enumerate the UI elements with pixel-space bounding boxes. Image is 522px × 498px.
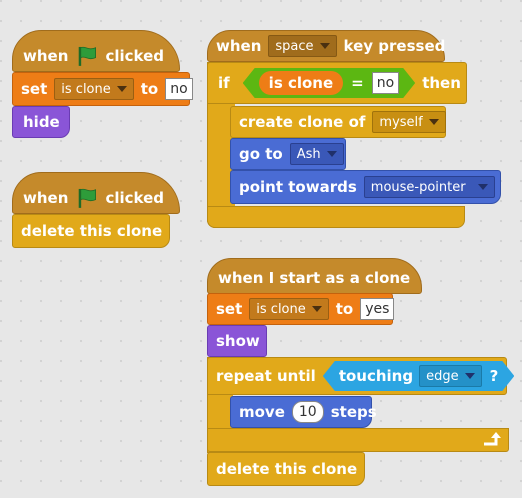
show-block[interactable]: show (207, 325, 267, 357)
steps-label: steps (330, 403, 377, 421)
delete-clone-label: delete this clone (21, 222, 163, 240)
when-flag-clicked-hat[interactable]: when clicked (12, 30, 180, 72)
create-clone-label: create clone of (239, 113, 366, 131)
set-variable-block[interactable]: set is clone to no (12, 72, 193, 106)
to-label: to (140, 80, 159, 98)
clone-hat-label: when I start as a clone (218, 269, 411, 287)
dropdown-caret-icon (116, 86, 127, 92)
point-towards-label: point towards (239, 178, 357, 196)
point-target-dropdown[interactable]: mouse-pointer (363, 176, 495, 198)
value-input[interactable]: no (165, 78, 193, 100)
variable-dropdown[interactable]: is clone (54, 78, 134, 100)
question-mark: ? (489, 367, 499, 385)
hide-label: hide (23, 113, 60, 131)
value-input[interactable]: yes (360, 298, 395, 320)
go-to-label: go to (239, 145, 283, 163)
point-towards-block[interactable]: point towards mouse-pointer (230, 170, 501, 204)
key-pressed-label: key pressed (343, 37, 446, 55)
create-clone-block[interactable]: create clone of myself (230, 106, 446, 138)
then-label: then (422, 74, 461, 92)
clone-target-dropdown[interactable]: myself (372, 111, 446, 133)
equals-sign: = (351, 74, 364, 92)
delete-clone-label: delete this clone (216, 460, 358, 478)
dropdown-caret-icon (319, 43, 330, 49)
dropdown-caret-icon (428, 119, 439, 125)
hide-block[interactable]: hide (12, 106, 70, 138)
set-label: set (21, 80, 48, 98)
dropdown-caret-icon (465, 373, 475, 379)
show-label: show (216, 332, 260, 350)
move-label: move (239, 403, 285, 421)
touching-target-dropdown[interactable]: edge (419, 365, 482, 387)
key-dropdown[interactable]: space (268, 35, 337, 57)
delete-this-clone-block[interactable]: delete this clone (12, 214, 170, 248)
green-flag-icon (79, 188, 97, 208)
set-label: set (216, 300, 243, 318)
repeat-until-header[interactable]: repeat until touching edge ? (207, 357, 507, 395)
clicked-label: clicked (105, 47, 164, 65)
set-variable-block-2[interactable]: set is clone to yes (207, 293, 395, 325)
when-label: when (23, 189, 69, 207)
go-to-block[interactable]: go to Ash (230, 138, 346, 170)
loop-arrow-icon (484, 432, 501, 446)
dropdown-caret-icon (326, 151, 337, 157)
green-flag-icon (79, 46, 97, 66)
when-i-start-as-clone-hat[interactable]: when I start as a clone (207, 258, 422, 294)
when-label: when (23, 47, 69, 65)
steps-input[interactable]: 10 (291, 401, 324, 423)
touching-sensor[interactable]: touching edge ? (323, 361, 515, 391)
when-flag-clicked-hat-2[interactable]: when clicked (12, 172, 180, 214)
dropdown-caret-icon (311, 306, 322, 312)
when-key-pressed-hat[interactable]: when space key pressed (207, 30, 445, 62)
delete-this-clone-block-2[interactable]: delete this clone (207, 452, 365, 486)
repeat-until-label: repeat until (216, 367, 316, 385)
move-steps-block[interactable]: move 10 steps (230, 396, 377, 428)
when-label: when (216, 37, 262, 55)
if-label: if (218, 74, 230, 92)
equals-operator[interactable]: is clone = no (243, 68, 416, 98)
variable-dropdown[interactable]: is clone (249, 298, 329, 320)
go-to-target-dropdown[interactable]: Ash (289, 143, 344, 165)
if-footer (207, 206, 465, 228)
to-label: to (335, 300, 354, 318)
compare-value-input[interactable]: no (372, 72, 399, 94)
touching-label: touching (338, 367, 414, 385)
is-clone-reporter[interactable]: is clone (259, 71, 343, 95)
if-header[interactable]: if is clone = no then (207, 62, 467, 104)
repeat-footer (207, 428, 509, 452)
dropdown-caret-icon (477, 184, 488, 190)
clicked-label: clicked (105, 189, 164, 207)
